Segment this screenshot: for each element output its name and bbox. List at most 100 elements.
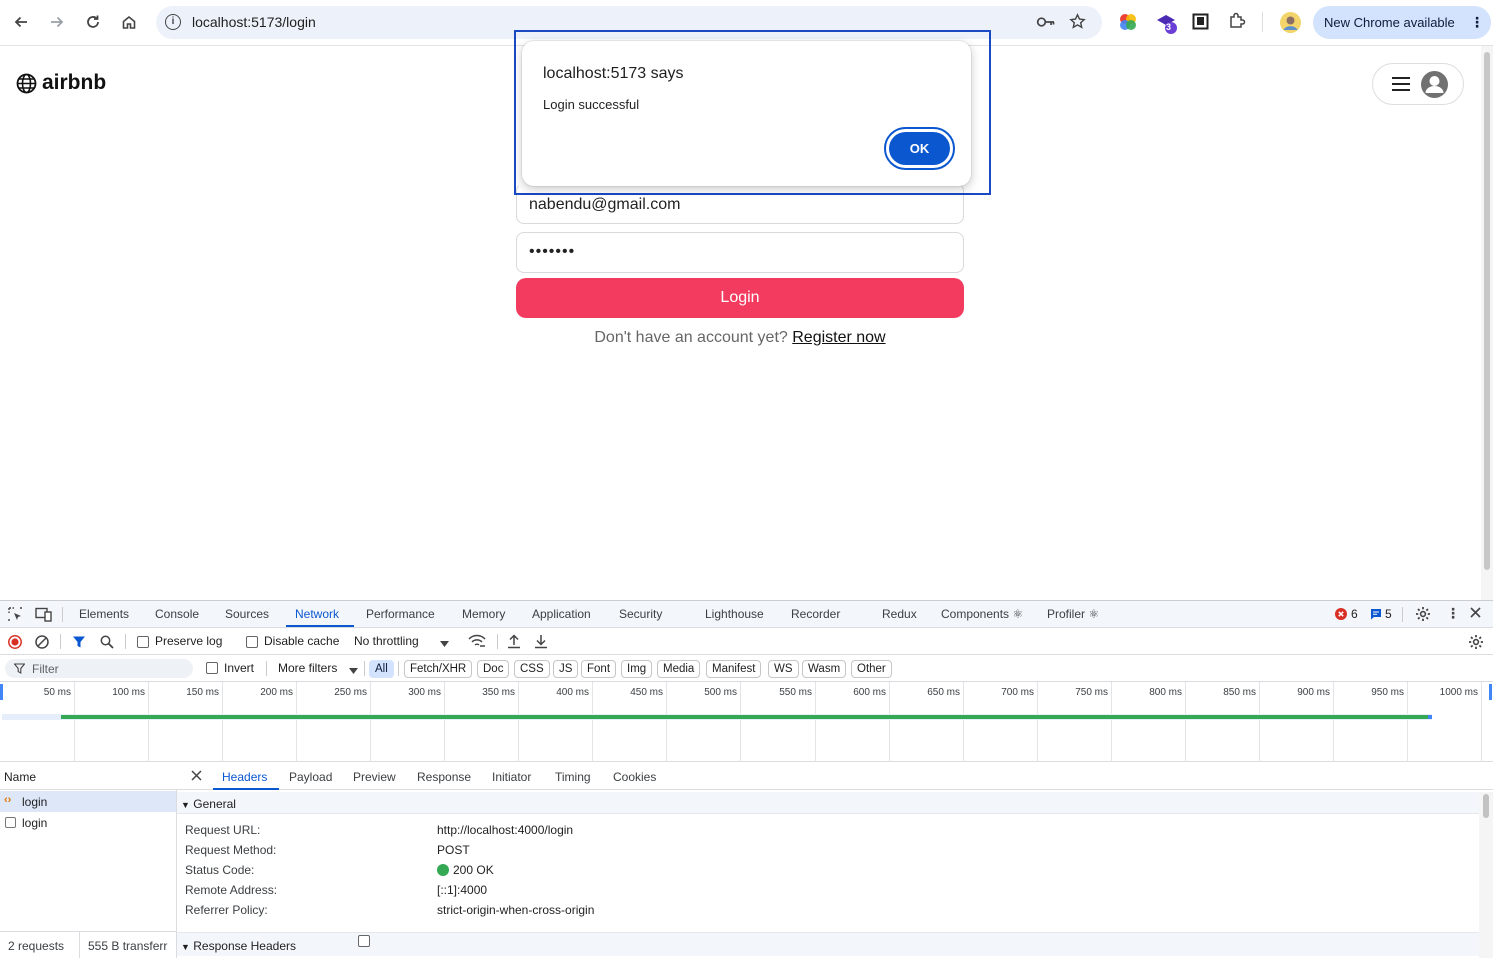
close-devtools-icon[interactable] [1469, 606, 1482, 622]
error-count[interactable]: 6 [1351, 607, 1358, 621]
disable-cache-label[interactable]: Disable cache [264, 634, 339, 648]
invert-checkbox[interactable] [206, 662, 218, 674]
tab-headers[interactable]: Headers [222, 770, 267, 784]
site-info-icon[interactable]: i [165, 14, 181, 30]
timeline-gridline [666, 682, 667, 762]
devtools-panel: Elements Console Sources Network Perform… [0, 600, 1493, 958]
close-details-icon[interactable] [191, 770, 202, 784]
disable-cache-checkbox[interactable] [246, 636, 258, 648]
type-filter-font[interactable]: Font [581, 660, 617, 678]
reload-icon[interactable] [80, 9, 106, 35]
type-filter-img[interactable]: Img [621, 660, 653, 678]
password-key-icon[interactable] [1036, 14, 1056, 35]
import-har-icon[interactable] [507, 634, 521, 652]
devtools-menu-icon[interactable]: ⋮ [1446, 605, 1460, 622]
tab-console[interactable]: Console [155, 607, 199, 621]
type-filter-js[interactable]: JS [553, 660, 579, 678]
profile-avatar[interactable] [1280, 12, 1301, 38]
more-filters-button[interactable]: More filters [278, 661, 337, 675]
type-filter-doc[interactable]: Doc [477, 660, 510, 678]
error-icon[interactable] [1335, 608, 1347, 623]
tab-preview[interactable]: Preview [353, 770, 396, 784]
type-filter-wasm[interactable]: Wasm [802, 660, 847, 678]
type-filter-ws[interactable]: WS [768, 660, 799, 678]
stop-recording-icon[interactable] [8, 635, 22, 652]
raw-headers-checkbox[interactable] [358, 935, 370, 947]
details-scrollbar[interactable] [1479, 792, 1493, 958]
request-row[interactable]: login [0, 812, 176, 833]
timeline-right-handle[interactable] [1489, 684, 1492, 700]
response-headers-section-header[interactable]: ▼ Response Headers [177, 932, 1479, 956]
throttling-select[interactable]: No throttling [354, 634, 419, 648]
preserve-log-checkbox[interactable] [137, 636, 149, 648]
settings-gear-icon[interactable] [1415, 606, 1431, 625]
password-field[interactable]: ••••••• [516, 232, 964, 273]
page-scrollbar-thumb[interactable] [1484, 52, 1490, 570]
tab-recorder[interactable]: Recorder [791, 607, 840, 621]
type-filter-other[interactable]: Other [851, 660, 892, 678]
new-chrome-available-button[interactable]: New Chrome available ⋮ [1313, 6, 1491, 39]
filter-input[interactable]: Filter [5, 659, 193, 678]
tab-network[interactable]: Network [295, 607, 339, 621]
response-headers-title: Response Headers [193, 939, 296, 953]
tab-lighthouse[interactable]: Lighthouse [705, 607, 764, 621]
tab-memory[interactable]: Memory [462, 607, 505, 621]
clear-icon[interactable] [35, 635, 49, 652]
tab-cookies[interactable]: Cookies [613, 770, 656, 784]
type-filter-manifest[interactable]: Manifest [706, 660, 762, 678]
back-icon[interactable] [8, 9, 34, 35]
tab-payload[interactable]: Payload [289, 770, 332, 784]
general-section-header[interactable]: ▼ General [177, 792, 1479, 814]
login-button[interactable]: Login [516, 278, 964, 318]
status-code-value: 200 OK [453, 863, 494, 877]
network-conditions-icon[interactable] [468, 634, 486, 652]
tab-performance[interactable]: Performance [366, 607, 435, 621]
alert-ok-button[interactable]: OK [889, 132, 950, 165]
request-method-value: POST [437, 843, 470, 857]
message-count[interactable]: 5 [1385, 607, 1392, 621]
bookmark-star-icon[interactable] [1069, 13, 1086, 35]
tab-security[interactable]: Security [619, 607, 662, 621]
type-filter-all[interactable]: All [369, 660, 394, 678]
search-icon[interactable] [100, 635, 114, 652]
brand-logo[interactable]: airbnb [16, 71, 106, 95]
export-har-icon[interactable] [534, 634, 548, 652]
tab-response[interactable]: Response [417, 770, 471, 784]
throttling-dropdown-icon[interactable] [440, 637, 449, 651]
register-link[interactable]: Register now [792, 329, 885, 346]
tab-profiler[interactable]: Profiler ⚛ [1047, 607, 1099, 621]
more-filters-dropdown-icon[interactable] [349, 664, 358, 678]
network-overview-timeline[interactable]: 50 ms 100 ms 150 ms 200 ms 250 ms 300 ms 350 m… [0, 682, 1493, 762]
tab-redux[interactable]: Redux [882, 607, 917, 621]
device-toolbar-icon[interactable] [35, 607, 52, 625]
tab-initiator[interactable]: Initiator [492, 770, 531, 784]
extension-color-icon[interactable] [1119, 13, 1137, 36]
timeline-left-handle[interactable] [0, 684, 3, 700]
details-scrollbar-thumb[interactable] [1483, 794, 1489, 818]
invert-label[interactable]: Invert [224, 661, 254, 675]
type-filter-media[interactable]: Media [657, 660, 701, 678]
type-filter-css[interactable]: CSS [514, 660, 550, 678]
extensions-puzzle-icon[interactable] [1228, 12, 1246, 35]
name-column-header[interactable]: Name [0, 762, 177, 790]
tab-timing[interactable]: Timing [555, 770, 591, 784]
inspect-element-icon[interactable] [8, 607, 23, 625]
network-settings-icon[interactable] [1468, 634, 1484, 653]
home-icon[interactable] [116, 9, 142, 35]
message-icon[interactable] [1370, 608, 1382, 623]
timeline-tick-label: 950 ms [1371, 687, 1404, 698]
page-scrollbar[interactable] [1481, 46, 1493, 600]
expand-triangle-icon: ▼ [181, 800, 190, 810]
filter-funnel-icon[interactable] [72, 635, 86, 652]
tab-sources[interactable]: Sources [225, 607, 269, 621]
user-menu-button[interactable] [1372, 63, 1464, 105]
type-filter-fetch-xhr[interactable]: Fetch/XHR [404, 660, 473, 678]
url-text[interactable]: localhost:5173/login [192, 14, 316, 30]
preserve-log-label[interactable]: Preserve log [155, 634, 222, 648]
tab-elements[interactable]: Elements [79, 607, 129, 621]
forward-icon[interactable] [44, 9, 70, 35]
extension-square-icon[interactable] [1192, 13, 1209, 35]
tab-components[interactable]: Components ⚛ [941, 607, 1023, 621]
tab-application[interactable]: Application [532, 607, 591, 621]
request-row[interactable]: ‹› login [0, 791, 176, 812]
